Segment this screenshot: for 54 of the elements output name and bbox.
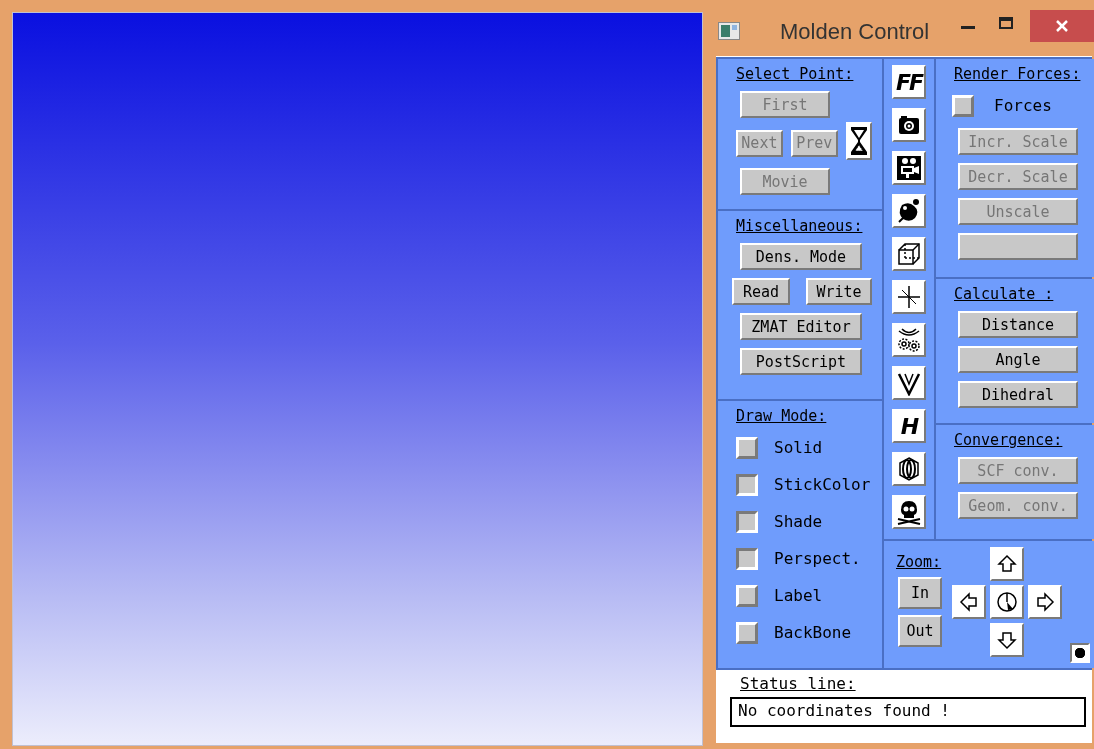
- panel-button[interactable]: Write: [806, 278, 872, 305]
- section-heading: Draw Mode:: [736, 407, 827, 425]
- rotate-icon[interactable]: [990, 585, 1024, 619]
- arrow-down-icon[interactable]: [990, 623, 1024, 657]
- graphics-canvas[interactable]: [12, 12, 703, 746]
- section-heading: Convergence:: [954, 431, 1063, 449]
- zoom-button[interactable]: Out: [898, 615, 942, 647]
- toolbar-gears-icon[interactable]: [892, 323, 926, 357]
- panel-button[interactable]: Angle: [958, 346, 1078, 373]
- panel-button[interactable]: Read: [732, 278, 790, 305]
- toolbar-skull-icon[interactable]: [892, 495, 926, 529]
- section-heading: Render Forces:: [954, 65, 1081, 83]
- checkbox-label: BackBone: [774, 623, 852, 642]
- panel-button[interactable]: Dihedral: [958, 381, 1078, 408]
- checkbox[interactable]: [736, 510, 758, 533]
- arrow-left-icon[interactable]: [952, 585, 986, 619]
- toolbar-text-button[interactable]: FF: [892, 65, 926, 99]
- window-title: Molden Control: [780, 19, 930, 45]
- toolbar-blob-icon[interactable]: [892, 194, 926, 228]
- checkbox-label: Solid: [774, 438, 823, 457]
- toolbar-cube-icon[interactable]: [892, 237, 926, 271]
- checkbox-label: StickColor: [774, 475, 871, 494]
- toolbar-v-shape-icon[interactable]: [892, 366, 926, 400]
- close-icon[interactable]: [1055, 19, 1069, 33]
- toolbar-ring-icon[interactable]: [892, 452, 926, 486]
- checkbox-label: Forces: [994, 96, 1052, 115]
- section-heading: Calculate :: [954, 285, 1054, 303]
- close-button[interactable]: [1030, 10, 1094, 42]
- panel-button[interactable]: ZMAT Editor: [740, 313, 862, 340]
- status-field: No coordinates found !: [730, 697, 1086, 727]
- checkbox-label: Shade: [774, 512, 823, 531]
- radio-button[interactable]: [1070, 643, 1090, 663]
- panel-button[interactable]: PostScript: [740, 348, 862, 375]
- hourglass-icon[interactable]: [845, 122, 872, 160]
- checkbox-label: Label: [774, 586, 823, 605]
- zoom-button[interactable]: In: [898, 577, 942, 609]
- checkbox[interactable]: [736, 473, 758, 496]
- arrow-up-icon[interactable]: [990, 547, 1024, 581]
- maximize-icon[interactable]: [999, 17, 1014, 29]
- checkbox-label: Perspect.: [774, 549, 861, 568]
- toolbar-movie-camera-icon[interactable]: [892, 151, 926, 185]
- panel-button[interactable]: Distance: [958, 311, 1078, 338]
- minimize-icon[interactable]: [961, 26, 976, 30]
- status-heading: Status line:: [740, 674, 856, 693]
- section-heading: Miscellaneous:: [736, 217, 863, 235]
- section-heading: Select Point:: [736, 65, 854, 83]
- app-icon: [718, 22, 740, 40]
- toolbar-text-button[interactable]: H: [892, 409, 926, 443]
- checkbox[interactable]: [736, 547, 758, 570]
- section-heading: Zoom:: [896, 553, 942, 571]
- panel-button[interactable]: Dens. Mode: [740, 243, 862, 270]
- blank-button[interactable]: [958, 233, 1078, 260]
- toolbar-camera-icon[interactable]: [892, 108, 926, 142]
- arrow-right-icon[interactable]: [1028, 585, 1062, 619]
